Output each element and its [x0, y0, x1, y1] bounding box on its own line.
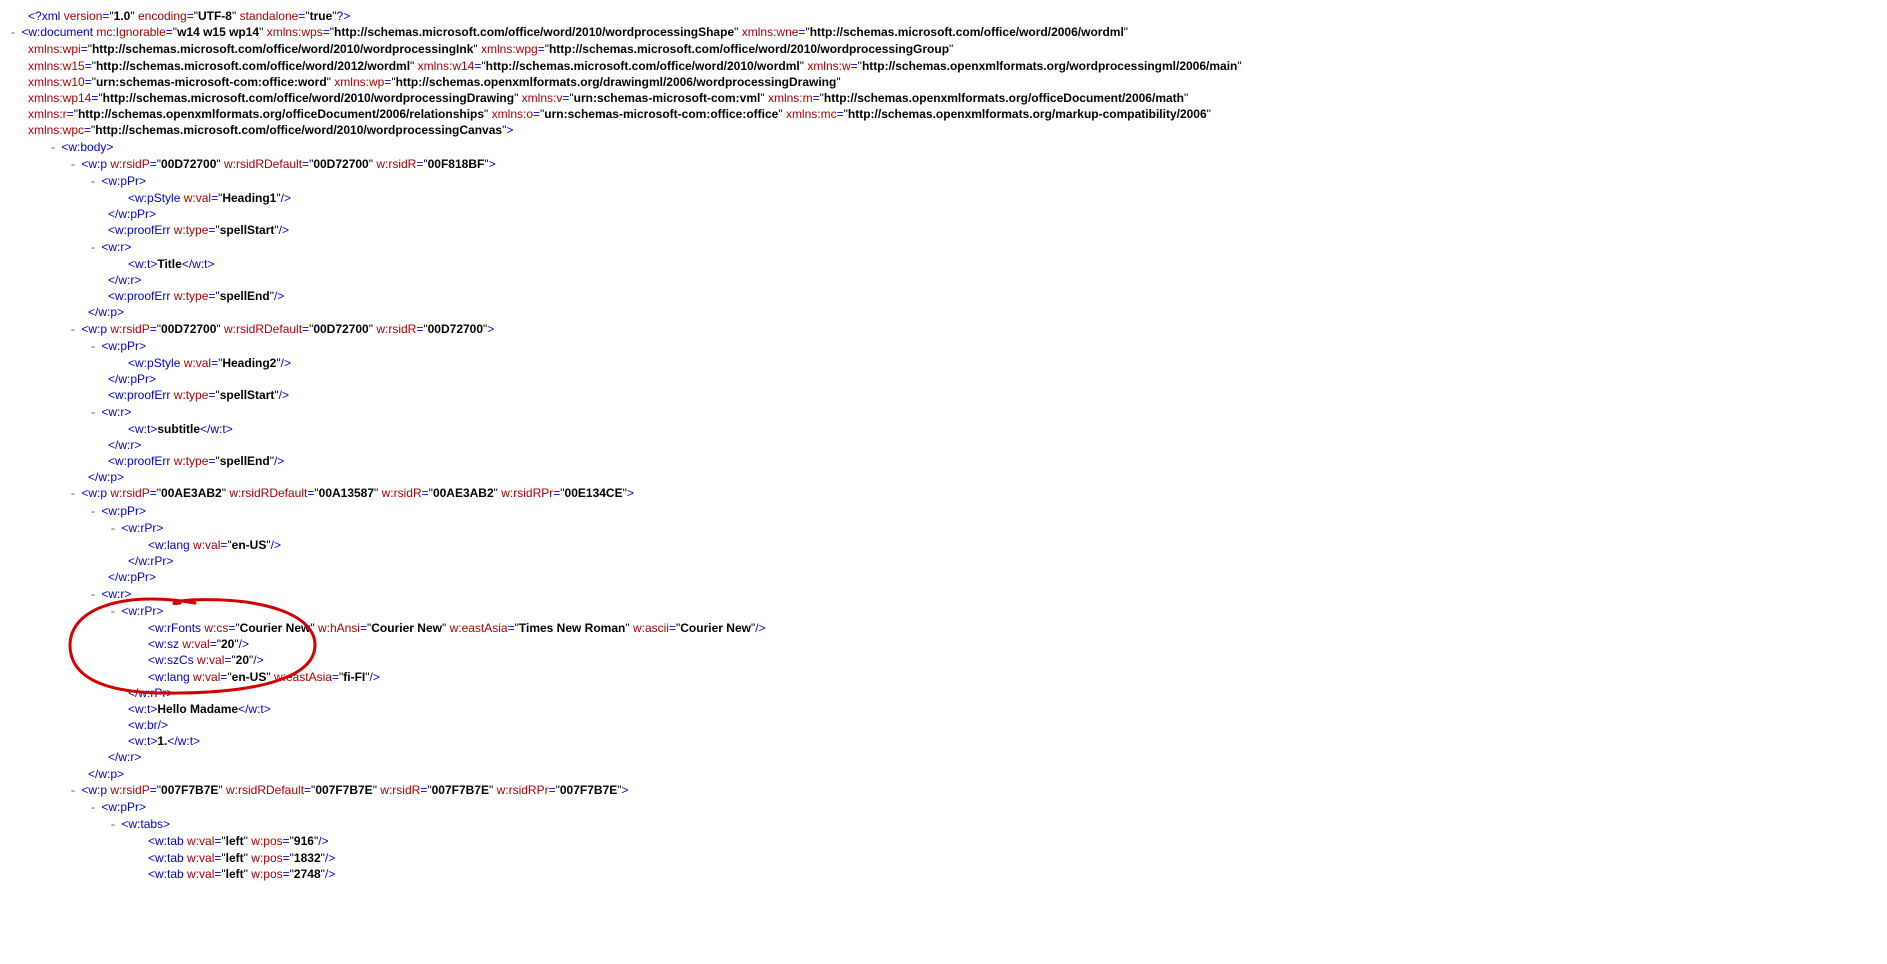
p2-prooferr-end: <w:proofErr w:type="spellEnd"/> — [8, 453, 1879, 469]
collapse-toggle[interactable]: - — [88, 240, 98, 256]
p3-t1: <w:t>Hello Madame</w:t> — [8, 701, 1879, 717]
p1-pstyle: <w:pStyle w:val="Heading1"/> — [8, 190, 1879, 206]
p1-r-close: </w:r> — [8, 272, 1879, 288]
p1-prooferr-start: <w:proofErr w:type="spellStart"/> — [8, 222, 1879, 238]
collapse-toggle[interactable]: - — [8, 25, 18, 41]
p3-r-rpr-close: </w:rPr> — [8, 685, 1879, 701]
p1-open: - <w:p w:rsidP="00D72700" w:rsidRDefault… — [8, 156, 1879, 173]
p1-ppr-close: </w:pPr> — [8, 206, 1879, 222]
p3-ppr-close: </w:pPr> — [8, 569, 1879, 585]
collapse-toggle[interactable]: - — [88, 174, 98, 190]
p1-t: <w:t>Title</w:t> — [8, 256, 1879, 272]
collapse-toggle[interactable]: - — [88, 800, 98, 816]
collapse-toggle[interactable]: - — [88, 405, 98, 421]
p4-open: - <w:p w:rsidP="007F7B7E" w:rsidRDefault… — [8, 782, 1879, 799]
p4-tab3: <w:tab w:val="left" w:pos="2748"/> — [8, 866, 1879, 882]
doc-ns-line-3: xmlns:w15="http://schemas.microsoft.com/… — [8, 58, 1879, 74]
p3-ppr-rpr: - <w:rPr> — [8, 520, 1879, 537]
p2-r: - <w:r> — [8, 404, 1879, 421]
p3-r-close: </w:r> — [8, 749, 1879, 765]
p2-prooferr-start: <w:proofErr w:type="spellStart"/> — [8, 387, 1879, 403]
p1-r: - <w:r> — [8, 239, 1879, 256]
doc-open-line: - <w:document mc:Ignorable="w14 w15 wp14… — [8, 24, 1879, 41]
p3-lang2: <w:lang w:val="en-US" w:eastAsia="fi-FI"… — [8, 669, 1879, 685]
p4-tabs: - <w:tabs> — [8, 816, 1879, 833]
p1-prooferr-end: <w:proofErr w:type="spellEnd"/> — [8, 288, 1879, 304]
xml-decl-line: <?xml version="1.0" encoding="UTF-8" sta… — [8, 8, 1879, 24]
doc-ns-line-2: xmlns:wpi="http://schemas.microsoft.com/… — [8, 41, 1879, 57]
p3-close: </w:p> — [8, 766, 1879, 782]
collapse-toggle[interactable]: - — [88, 504, 98, 520]
p2-t: <w:t>subtitle</w:t> — [8, 421, 1879, 437]
p3-br: <w:br/> — [8, 717, 1879, 733]
collapse-toggle[interactable]: - — [68, 783, 78, 799]
p3-r-rpr: - <w:rPr> — [8, 603, 1879, 620]
p4-tab1: <w:tab w:val="left" w:pos="916"/> — [8, 833, 1879, 849]
collapse-toggle[interactable]: - — [68, 157, 78, 173]
p1-ppr: - <w:pPr> — [8, 173, 1879, 190]
collapse-toggle[interactable]: - — [108, 521, 118, 537]
collapse-toggle[interactable]: - — [68, 322, 78, 338]
collapse-toggle[interactable]: - — [88, 587, 98, 603]
p2-r-close: </w:r> — [8, 437, 1879, 453]
p3-r: - <w:r> — [8, 586, 1879, 603]
p3-open: - <w:p w:rsidP="00AE3AB2" w:rsidRDefault… — [8, 485, 1879, 502]
collapse-toggle[interactable]: - — [88, 339, 98, 355]
p3-ppr-rpr-close: </w:rPr> — [8, 553, 1879, 569]
doc-ns-line-4: xmlns:w10="urn:schemas-microsoft-com:off… — [8, 74, 1879, 90]
body-open: - <w:body> — [8, 139, 1879, 156]
p3-sz: <w:sz w:val="20"/> — [8, 636, 1879, 652]
p1-close: </w:p> — [8, 304, 1879, 320]
p3-ppr-lang: <w:lang w:val="en-US"/> — [8, 537, 1879, 553]
p4-tab2: <w:tab w:val="left" w:pos="1832"/> — [8, 850, 1879, 866]
p2-pstyle: <w:pStyle w:val="Heading2"/> — [8, 355, 1879, 371]
p3-ppr: - <w:pPr> — [8, 503, 1879, 520]
collapse-toggle[interactable]: - — [108, 604, 118, 620]
collapse-toggle[interactable]: - — [108, 817, 118, 833]
collapse-toggle[interactable]: - — [48, 140, 58, 156]
p4-ppr: - <w:pPr> — [8, 799, 1879, 816]
collapse-toggle[interactable]: - — [68, 486, 78, 502]
doc-ns-line-5: xmlns:wp14="http://schemas.microsoft.com… — [8, 90, 1879, 106]
p2-ppr: - <w:pPr> — [8, 338, 1879, 355]
p3-szcs: <w:szCs w:val="20"/> — [8, 652, 1879, 668]
p2-ppr-close: </w:pPr> — [8, 371, 1879, 387]
p2-close: </w:p> — [8, 469, 1879, 485]
p3-rfonts: <w:rFonts w:cs="Courier New" w:hAnsi="Co… — [8, 620, 1879, 636]
doc-ns-line-7: xmlns:wpc="http://schemas.microsoft.com/… — [8, 122, 1879, 138]
p3-t2: <w:t>1.</w:t> — [8, 733, 1879, 749]
doc-ns-line-6: xmlns:r="http://schemas.openxmlformats.o… — [8, 106, 1879, 122]
p2-open: - <w:p w:rsidP="00D72700" w:rsidRDefault… — [8, 321, 1879, 338]
